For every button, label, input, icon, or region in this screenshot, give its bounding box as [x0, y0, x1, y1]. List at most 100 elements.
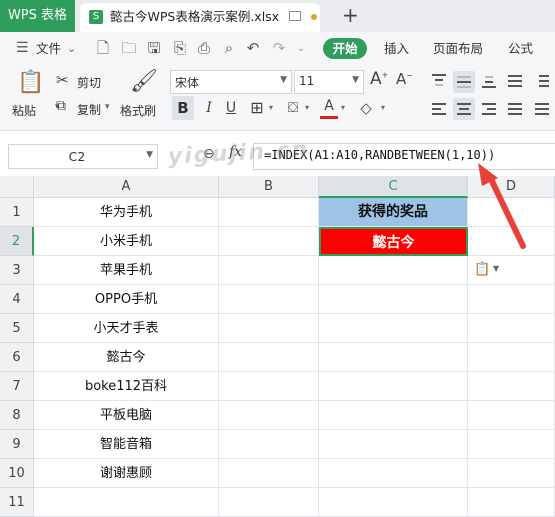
cell-b6[interactable]	[219, 343, 319, 372]
save-icon[interactable]: 🖫	[145, 32, 163, 65]
cell-c7[interactable]	[319, 372, 468, 401]
row-header[interactable]: 11	[0, 488, 34, 517]
cut-button[interactable]: 剪切	[77, 74, 101, 91]
chevron-down-icon[interactable]: ▾	[302, 96, 312, 120]
cell-d5[interactable]	[468, 314, 555, 343]
cell-c5[interactable]	[319, 314, 468, 343]
cell-c6[interactable]	[319, 343, 468, 372]
print-preview-icon[interactable]: ⌕	[220, 32, 238, 65]
shrink-font-button[interactable]: A−	[396, 70, 413, 88]
cell-a11[interactable]	[34, 488, 219, 517]
print-icon[interactable]: ⎙	[195, 32, 213, 65]
grow-font-button[interactable]: A+	[370, 69, 388, 89]
file-menu[interactable]: 文件	[36, 32, 61, 65]
tab-insert[interactable]: 插入	[384, 32, 409, 65]
cell-b1[interactable]	[219, 198, 319, 227]
cell-d9[interactable]	[468, 430, 555, 459]
row-header[interactable]: 6	[0, 343, 34, 372]
cell-a6[interactable]: 懿古今	[34, 343, 219, 372]
chevron-down-icon[interactable]: ▾	[266, 96, 276, 120]
cell-b2[interactable]	[219, 227, 319, 256]
row-header[interactable]: 10	[0, 459, 34, 488]
cell-b5[interactable]	[219, 314, 319, 343]
font-name-select[interactable]: 宋体 ▼	[170, 70, 292, 94]
cell-d6[interactable]	[468, 343, 555, 372]
tab-formulas[interactable]: 公式	[508, 32, 533, 65]
font-color-icon[interactable]: A	[320, 96, 338, 119]
cell-d2[interactable]	[468, 227, 555, 256]
column-header-d[interactable]: D	[468, 176, 555, 198]
column-header-c[interactable]: C	[319, 176, 468, 198]
hamburger-menu-icon[interactable]: ☰	[16, 32, 29, 65]
distributed-icon[interactable]	[535, 102, 549, 116]
indent-icon[interactable]	[535, 74, 549, 88]
cell-d11[interactable]	[468, 488, 555, 517]
cell-d7[interactable]	[468, 372, 555, 401]
cell-b4[interactable]	[219, 285, 319, 314]
chevron-down-icon[interactable]: ⌄	[292, 32, 310, 65]
chevron-down-icon[interactable]: ▾	[338, 96, 348, 120]
monitor-icon[interactable]	[289, 11, 301, 21]
document-tab[interactable]: S 懿古今WPS表格演示案例.xlsx	[80, 3, 320, 32]
cell-b8[interactable]	[219, 401, 319, 430]
align-right-icon[interactable]	[482, 102, 496, 116]
underline-button[interactable]: U	[222, 96, 240, 120]
font-size-select[interactable]: 11 ▼	[294, 70, 364, 94]
cell-b9[interactable]	[219, 430, 319, 459]
row-header[interactable]: 4	[0, 285, 34, 314]
borders-icon[interactable]: ⊞	[248, 96, 266, 120]
row-header[interactable]: 1	[0, 198, 34, 227]
chevron-down-icon[interactable]: ▼	[493, 264, 499, 273]
cell-a7[interactable]: boke112百科	[34, 372, 219, 401]
fill-color-icon[interactable]: ⛋	[284, 96, 302, 120]
chevron-down-icon[interactable]: ▾	[105, 102, 110, 112]
align-middle-icon[interactable]	[453, 71, 475, 93]
new-tab-button[interactable]: +	[342, 3, 359, 27]
italic-button[interactable]: I	[200, 96, 218, 120]
cell-a3[interactable]: 苹果手机	[34, 256, 219, 285]
row-header[interactable]: 2	[0, 227, 34, 256]
cell-c9[interactable]	[319, 430, 468, 459]
row-header[interactable]: 5	[0, 314, 34, 343]
name-box[interactable]: C2 ▼	[8, 144, 158, 169]
clear-format-icon[interactable]: ◇	[356, 96, 376, 120]
cell-a10[interactable]: 谢谢惠顾	[34, 459, 219, 488]
cell-c2[interactable]: 懿古今	[319, 227, 468, 256]
cell-b3[interactable]	[219, 256, 319, 285]
tab-page-layout[interactable]: 页面布局	[433, 32, 483, 65]
cell-a4[interactable]: OPPO手机	[34, 285, 219, 314]
align-top-icon[interactable]	[432, 74, 446, 88]
paste-button[interactable]: 粘贴	[12, 102, 36, 119]
cell-d4[interactable]	[468, 285, 555, 314]
cell-c10[interactable]	[319, 459, 468, 488]
column-header-b[interactable]: B	[219, 176, 319, 198]
column-header-a[interactable]: A	[34, 176, 219, 198]
cell-a9[interactable]: 智能音箱	[34, 430, 219, 459]
undo-icon[interactable]: ↶	[244, 32, 262, 65]
cell-d8[interactable]	[468, 401, 555, 430]
align-center-icon[interactable]	[453, 98, 475, 120]
wps-home-tab[interactable]: WPS 表格	[0, 0, 75, 32]
chevron-down-icon[interactable]: ⌄	[67, 32, 76, 65]
cell-b7[interactable]	[219, 372, 319, 401]
cell-b11[interactable]	[219, 488, 319, 517]
cell-a5[interactable]: 小天才手表	[34, 314, 219, 343]
paste-options-icon[interactable]: 📋	[474, 262, 490, 277]
cell-a2[interactable]: 小米手机	[34, 227, 219, 256]
row-header[interactable]: 3	[0, 256, 34, 285]
cell-d10[interactable]	[468, 459, 555, 488]
row-header[interactable]: 8	[0, 401, 34, 430]
cell-c11[interactable]	[319, 488, 468, 517]
format-painter-button[interactable]: 格式刷	[120, 102, 156, 119]
redo-icon[interactable]: ↷	[270, 32, 288, 65]
cell-c8[interactable]	[319, 401, 468, 430]
select-all-corner[interactable]	[0, 176, 34, 198]
cell-c1[interactable]: 获得的奖品	[319, 198, 468, 227]
row-header[interactable]: 9	[0, 430, 34, 459]
justify-icon[interactable]	[508, 102, 522, 116]
cell-a8[interactable]: 平板电脑	[34, 401, 219, 430]
cell-b10[interactable]	[219, 459, 319, 488]
tab-start[interactable]: 开始	[323, 38, 367, 59]
cell-c3[interactable]	[319, 256, 468, 285]
new-file-icon[interactable]: 🗋	[94, 32, 112, 65]
